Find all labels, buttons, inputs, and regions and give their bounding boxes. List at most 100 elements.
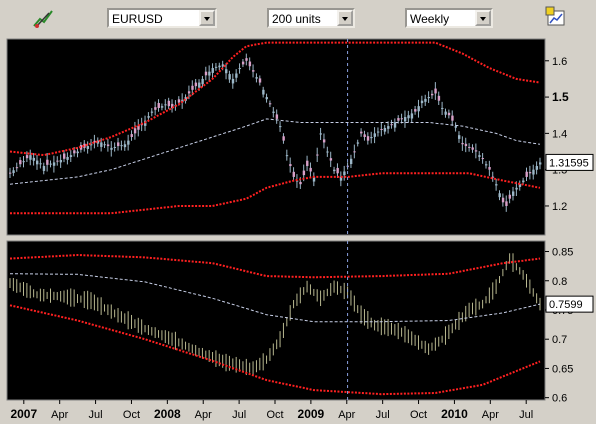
candle-body	[32, 157, 36, 161]
candle-body	[86, 146, 90, 149]
x-tick-label: Apr	[338, 409, 355, 421]
candle-body	[488, 167, 491, 170]
candle-body	[393, 122, 397, 128]
candle-body	[110, 147, 113, 150]
y-tick-label: 1.6	[552, 56, 567, 68]
candle-body	[258, 78, 262, 83]
candle-body	[461, 142, 464, 145]
candle-body	[154, 107, 157, 110]
candle-body	[511, 191, 515, 196]
drawing-tools-icon[interactable]	[32, 7, 54, 29]
candle-body	[113, 146, 117, 148]
candle-body	[211, 68, 214, 73]
candle-body	[100, 142, 103, 147]
period-select[interactable]: Weekly	[405, 8, 493, 28]
candle-body	[451, 115, 454, 121]
candle-body	[39, 163, 42, 165]
candle-body	[457, 135, 461, 139]
x-tick-label: Apr	[482, 409, 499, 421]
units-select[interactable]: 200 units	[267, 8, 355, 28]
candle-body	[417, 106, 420, 112]
candle-body	[117, 142, 120, 147]
toolbar: EURUSD 200 units Weekly	[0, 0, 596, 36]
candle-body	[515, 187, 518, 190]
chevron-down-icon[interactable]	[337, 10, 353, 26]
candle-body	[198, 82, 201, 88]
candle-body	[370, 137, 373, 139]
candle-body	[414, 109, 417, 112]
candle-body	[289, 164, 292, 167]
x-tick-label: Apr	[195, 409, 212, 421]
candle-body	[76, 151, 79, 154]
y-tick-label: 1.5	[552, 90, 569, 104]
candle-body	[376, 131, 380, 133]
candle-body	[12, 170, 15, 174]
candle-body	[56, 160, 59, 162]
candle-body	[299, 181, 302, 185]
candle-body	[164, 104, 167, 106]
y-tick-label: 0.65	[552, 363, 573, 375]
y-tick-label: 0.8	[552, 276, 567, 288]
candle-body	[333, 169, 336, 172]
candle-body	[201, 78, 204, 85]
candle-body	[194, 82, 198, 87]
candle-body	[420, 100, 424, 104]
y-tick-label: 0.85	[552, 247, 573, 259]
candle-body	[356, 142, 360, 144]
candle-body	[498, 193, 501, 198]
candle-body	[120, 145, 123, 147]
candle-body	[29, 155, 32, 160]
candle-body	[397, 118, 400, 121]
chart-area: 1.61.51.41.31.21.31595 0.850.80.750.70.6…	[0, 36, 596, 424]
candle-body	[505, 201, 508, 206]
candle-body	[430, 93, 434, 96]
candle-body	[69, 155, 73, 157]
panel-background	[6, 240, 546, 401]
candle-body	[147, 116, 150, 118]
candle-body	[275, 114, 279, 119]
chevron-down-icon[interactable]	[199, 10, 215, 26]
candle-body	[326, 151, 329, 153]
x-tick-label: Jul	[376, 409, 390, 421]
chevron-down-icon[interactable]	[475, 10, 491, 26]
candle-body	[248, 61, 252, 67]
candle-body	[241, 61, 245, 65]
price-panel[interactable]: 1.61.51.41.31.21.31595	[6, 38, 594, 236]
candle-body	[441, 107, 444, 109]
candle-body	[447, 112, 451, 116]
oscillator-panel[interactable]: 0.850.80.750.70.650.60.7599	[6, 240, 594, 405]
candle-body	[25, 155, 29, 159]
last-value-label: 1.31595	[549, 157, 589, 169]
x-tick-label: Apr	[51, 409, 68, 421]
candle-body	[214, 66, 218, 68]
candle-body	[383, 127, 387, 132]
candle-body	[434, 88, 437, 94]
candle-body	[204, 71, 208, 76]
candle-body	[522, 180, 525, 183]
y-tick-label: 0.7	[552, 334, 567, 346]
candle-body	[360, 131, 363, 134]
candle-body	[353, 151, 356, 153]
candle-body	[177, 99, 181, 103]
units-select-value: 200 units	[272, 12, 321, 26]
candle-body	[535, 166, 539, 170]
candle-body	[454, 126, 458, 128]
candle-body	[22, 161, 25, 163]
candle-body	[468, 146, 471, 148]
candle-body	[424, 98, 427, 102]
candle-body	[191, 85, 194, 90]
candle-body	[36, 160, 39, 165]
symbol-select[interactable]: EURUSD	[107, 8, 217, 28]
chart-settings-icon[interactable]	[545, 6, 567, 28]
candle-body	[532, 169, 535, 175]
y-tick-label: 1.4	[552, 128, 567, 140]
candle-body	[59, 159, 63, 163]
candle-body	[306, 160, 309, 167]
candle-body	[73, 150, 76, 154]
candle-body	[235, 73, 238, 78]
candle-body	[481, 158, 485, 160]
candle-body	[484, 164, 488, 166]
candle-body	[309, 167, 312, 172]
period-select-value: Weekly	[410, 12, 450, 26]
candle-body	[279, 126, 282, 128]
